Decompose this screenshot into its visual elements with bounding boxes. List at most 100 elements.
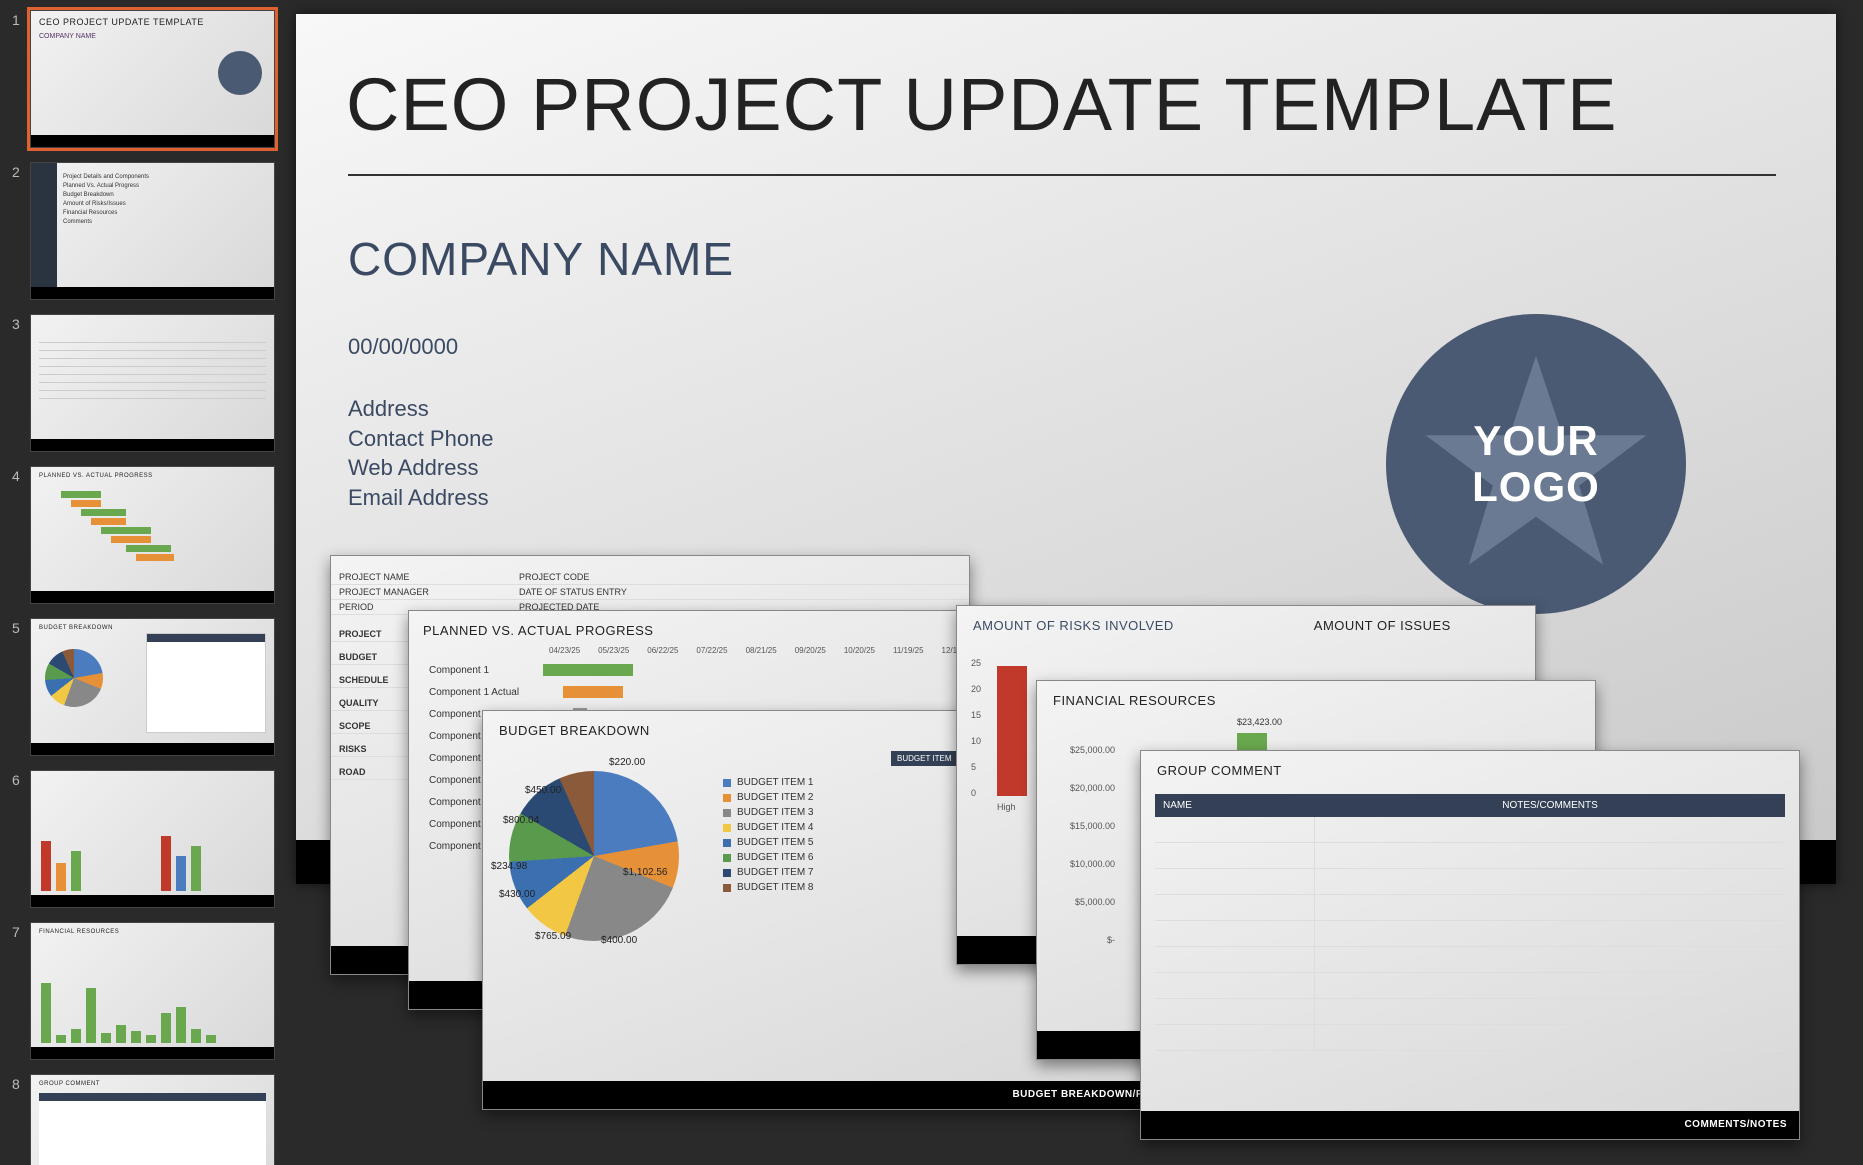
pie-icon: [509, 771, 679, 941]
thumb-title: BUDGET BREAKDOWN: [39, 625, 113, 631]
pie-label: $220.00: [609, 757, 645, 768]
thumbnail-preview[interactable]: PLANNED VS. ACTUAL PROGRESS: [30, 466, 275, 604]
table-row: [1155, 947, 1785, 973]
logo-text: YOURLOGO: [1472, 418, 1600, 510]
comment-header-row: NAME NOTES/COMMENTS: [1155, 794, 1785, 817]
thumb-side-accent: [31, 163, 57, 287]
thumb-title: FINANCIAL RESOURCES: [39, 929, 119, 935]
thumb-title: GROUP COMMENT: [39, 1081, 100, 1087]
thumb-logo-icon: [218, 51, 262, 95]
pie-label: $234.98: [491, 861, 527, 872]
thumbnail-6[interactable]: 6: [12, 770, 278, 908]
thumbnail-number: 3: [12, 314, 30, 332]
slide-address-block[interactable]: Address Contact Phone Web Address Email …: [348, 394, 494, 513]
thumb-bars-left: [41, 821, 141, 891]
thumb-footer: [31, 895, 274, 907]
slide-date[interactable]: 00/00/0000: [348, 334, 458, 360]
risks-bar: [997, 666, 1027, 796]
thumb-footer: [31, 743, 274, 755]
thumbnail-8[interactable]: 8 GROUP COMMENT: [12, 1074, 278, 1165]
thumbnail-number: 7: [12, 922, 30, 940]
pie-label: $400.00: [601, 935, 637, 946]
thumb-footer: [31, 287, 274, 299]
thumb-pie-icon: [45, 649, 103, 707]
table-row: [1155, 1025, 1785, 1051]
table-row: [1155, 895, 1785, 921]
thumbnail-preview[interactable]: Project Details and Components Planned V…: [30, 162, 275, 300]
app-root: 1 CEO PROJECT UPDATE TEMPLATE COMPANY NA…: [0, 0, 1863, 1165]
risks-title-l: AMOUNT OF RISKS INVOLVED: [973, 618, 1174, 633]
thumb-notes: [146, 633, 266, 733]
pie-label: $765.09: [535, 931, 571, 942]
table-row: [1155, 817, 1785, 843]
thumb-bars-right: [161, 821, 261, 891]
slide-title[interactable]: CEO PROJECT UPDATE TEMPLATE: [346, 62, 1618, 147]
thumb-table-body: [39, 1101, 266, 1165]
thumb-bars: [41, 973, 264, 1043]
pie-legend: BUDGET ITEM 1 BUDGET ITEM 2 BUDGET ITEM …: [723, 773, 814, 897]
thumbnail-number: 1: [12, 10, 30, 28]
slide-editor: CEO PROJECT UPDATE TEMPLATE COMPANY NAME…: [290, 0, 1863, 1165]
thumbnail-number: 5: [12, 618, 30, 636]
thumb-footer: [31, 439, 274, 451]
pie-label: $1,102.56: [623, 867, 668, 878]
gantt-row: Component 1: [423, 659, 1033, 681]
slide-thumbnail-panel: 1 CEO PROJECT UPDATE TEMPLATE COMPANY NA…: [0, 0, 290, 1165]
thumb-footer: [31, 591, 274, 603]
risks-title-r: AMOUNT OF ISSUES: [1314, 618, 1451, 633]
thumbnail-number: 2: [12, 162, 30, 180]
thumbnail-2[interactable]: 2 Project Details and Components Planned…: [12, 162, 278, 300]
comment-table: NAME NOTES/COMMENTS: [1155, 794, 1785, 1017]
thumbnail-number: 4: [12, 466, 30, 484]
card-footer: BUDGET BREAKDOWN/RISKS: [483, 1081, 1181, 1109]
table-row: [1155, 869, 1785, 895]
risks-yaxis: 2520151050: [971, 650, 981, 806]
risks-xlabel: High: [997, 802, 1016, 812]
thumbnail-preview[interactable]: FINANCIAL RESOURCES: [30, 922, 275, 1060]
thumb-table: [39, 335, 266, 399]
thumbnail-preview[interactable]: [30, 770, 275, 908]
thumb-footer: [31, 135, 274, 147]
thumbnail-preview[interactable]: CEO PROJECT UPDATE TEMPLATE COMPANY NAME: [30, 10, 275, 148]
pie-label: $450.00: [525, 785, 561, 796]
table-row: [1155, 921, 1785, 947]
risks-header: AMOUNT OF RISKS INVOLVED AMOUNT OF ISSUE…: [957, 606, 1535, 645]
pie-label: $430.00: [499, 889, 535, 900]
logo-placeholder[interactable]: YOURLOGO: [1386, 314, 1686, 614]
company-name[interactable]: COMPANY NAME: [348, 232, 734, 286]
thumb-toc: Project Details and Components Planned V…: [63, 173, 149, 227]
table-row: PROJECT NAMEPROJECT CODE: [331, 570, 969, 585]
thumb-title: PLANNED VS. ACTUAL PROGRESS: [39, 473, 153, 479]
thumbnail-preview[interactable]: BUDGET BREAKDOWN: [30, 618, 275, 756]
address-line: Address: [348, 394, 494, 424]
phone-line: Contact Phone: [348, 424, 494, 454]
financial-top-label: $23,423.00: [1237, 717, 1282, 727]
thumbnail-4[interactable]: 4 PLANNED VS. ACTUAL PROGRESS: [12, 466, 278, 604]
pie-chart: $220.00 $450.00 $800.04 $234.98 $430.00 …: [509, 771, 709, 971]
comment-col-notes: NOTES/COMMENTS: [1323, 800, 1777, 811]
thumb-gantt: [41, 489, 264, 563]
comment-body: [1155, 817, 1785, 1017]
thumbnail-preview[interactable]: GROUP COMMENT: [30, 1074, 275, 1165]
financial-title: FINANCIAL RESOURCES: [1037, 681, 1595, 720]
financial-yaxis: $25,000.00$20,000.00$15,000.00$10,000.00…: [1051, 731, 1115, 959]
table-row: PROJECT MANAGERDATE OF STATUS ENTRY: [331, 585, 969, 600]
table-row: [1155, 999, 1785, 1025]
email-line: Email Address: [348, 483, 494, 513]
thumb-subtitle: COMPANY NAME: [39, 33, 96, 40]
comment-title: GROUP COMMENT: [1141, 751, 1799, 790]
card-comment: GROUP COMMENT NAME NOTES/COMMENTS: [1140, 750, 1800, 1140]
slide-divider: [348, 174, 1776, 176]
thumbnail-1[interactable]: 1 CEO PROJECT UPDATE TEMPLATE COMPANY NA…: [12, 10, 278, 148]
table-row: [1155, 973, 1785, 999]
card-footer: COMMENTS/NOTES: [1141, 1111, 1799, 1139]
thumbnail-3[interactable]: 3: [12, 314, 278, 452]
progress-title: PLANNED VS. ACTUAL PROGRESS: [423, 623, 1033, 638]
gantt-row: Component 1 Actual: [423, 681, 1033, 703]
comment-col-name: NAME: [1163, 800, 1323, 811]
thumbnail-number: 6: [12, 770, 30, 788]
thumbnail-preview[interactable]: [30, 314, 275, 452]
budget-title: BUDGET BREAKDOWN: [499, 723, 650, 738]
thumbnail-7[interactable]: 7 FINANCIAL RESOURCES: [12, 922, 278, 1060]
thumbnail-5[interactable]: 5 BUDGET BREAKDOWN: [12, 618, 278, 756]
